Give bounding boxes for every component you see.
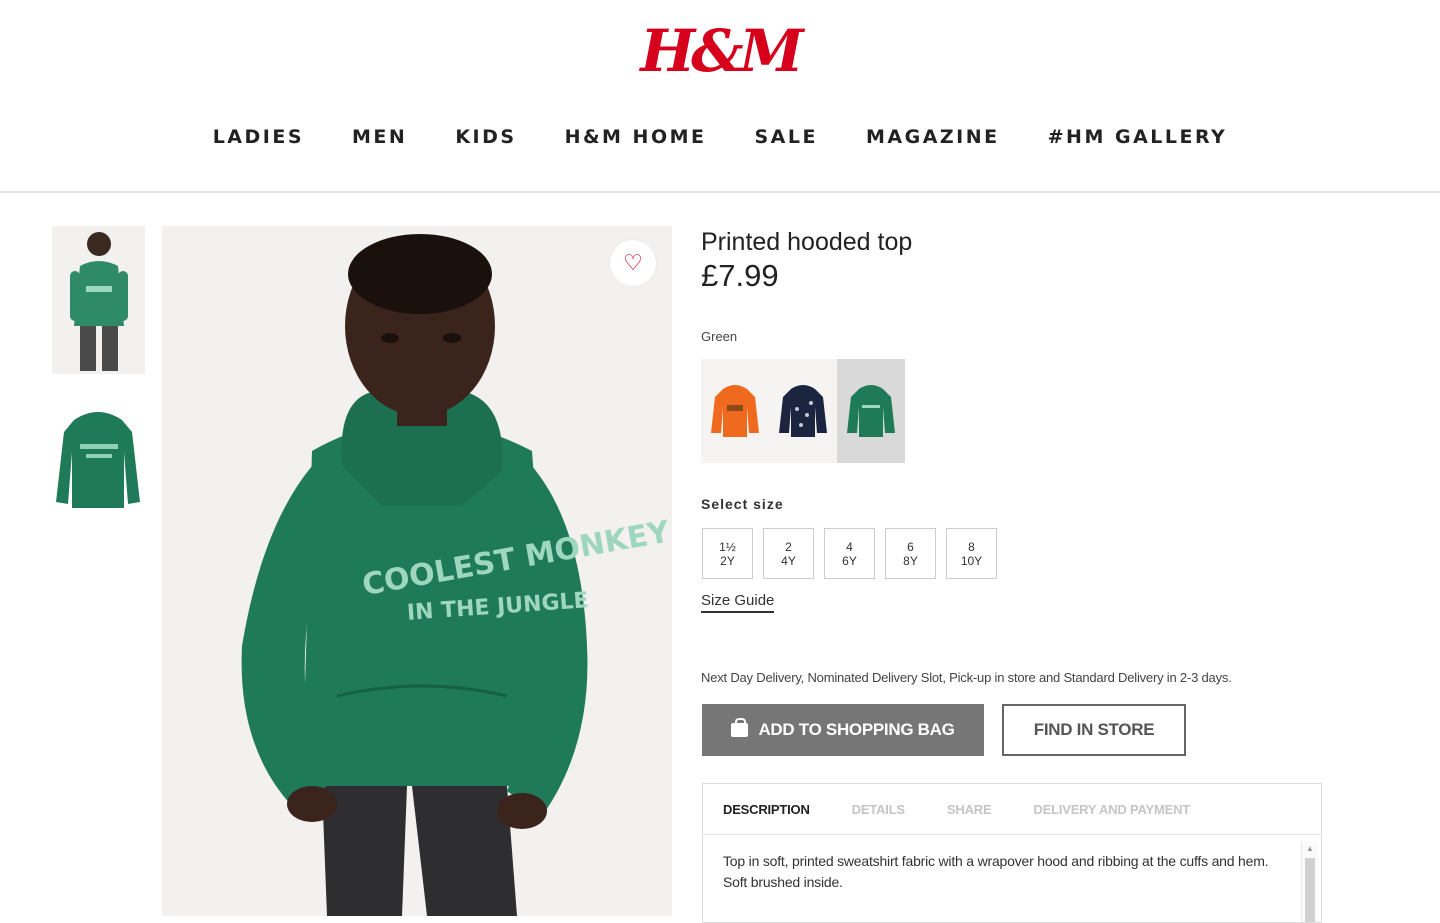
size-option-8y[interactable]: 6 8Y xyxy=(885,528,936,579)
size-bottom: 2Y xyxy=(720,553,735,568)
scroll-up-arrow-icon[interactable]: ▲ xyxy=(1306,844,1314,853)
shopping-bag-icon xyxy=(731,718,749,737)
hm-logo[interactable]: H&M xyxy=(0,22,1440,80)
selected-color-label: Green xyxy=(701,329,738,344)
nav-magazine[interactable]: MAGAZINE xyxy=(866,126,1000,148)
green-hoodie-icon xyxy=(847,385,895,437)
size-bottom: 4Y xyxy=(781,553,796,568)
size-guide-link[interactable]: Size Guide xyxy=(701,592,775,613)
tabs-divider xyxy=(703,834,1321,835)
child-model-illustration: COOLEST MONKEY IN THE JUNGLE xyxy=(162,226,672,916)
add-to-bag-label: ADD TO SHOPPING BAG xyxy=(758,720,955,739)
swatch-green[interactable] xyxy=(837,359,905,463)
heart-icon: ♡ xyxy=(623,250,643,275)
size-top: 6 xyxy=(907,539,914,554)
size-top: 1½ xyxy=(719,539,736,554)
tab-description[interactable]: DESCRIPTION xyxy=(723,802,810,817)
info-tabs: DESCRIPTION DETAILS SHARE DELIVERY AND P… xyxy=(723,802,1190,817)
description-scrollbar[interactable]: ▲ xyxy=(1301,842,1318,922)
thumbnail-hoodie-flat[interactable] xyxy=(52,402,145,514)
product-title: Printed hooded top xyxy=(701,228,913,256)
add-to-bag-button[interactable]: ADD TO SHOPPING BAG xyxy=(702,704,984,756)
size-bottom: 6Y xyxy=(842,553,857,568)
tab-details[interactable]: DETAILS xyxy=(852,802,905,817)
product-description: Top in soft, printed sweatshirt fabric w… xyxy=(723,853,1269,890)
delivery-info: Next Day Delivery, Nominated Delivery Sl… xyxy=(701,670,1232,685)
product-info-panel: DESCRIPTION DETAILS SHARE DELIVERY AND P… xyxy=(702,783,1322,923)
size-top: 2 xyxy=(785,539,792,554)
swatch-orange[interactable] xyxy=(701,359,769,463)
nav-ladies[interactable]: LADIES xyxy=(213,126,304,148)
nav-kids[interactable]: KIDS xyxy=(455,126,516,148)
select-size-label: Select size xyxy=(701,496,784,512)
size-top: 4 xyxy=(846,539,853,554)
product-price: £7.99 xyxy=(701,258,779,293)
navy-hoodie-icon xyxy=(779,385,827,437)
size-options: 1½ 2Y 2 4Y 4 6Y 6 8Y 8 10Y xyxy=(702,528,997,579)
favourite-button[interactable]: ♡ xyxy=(610,240,656,286)
nav-sale[interactable]: SALE xyxy=(755,126,818,148)
tab-share[interactable]: SHARE xyxy=(947,802,992,817)
nav-men[interactable]: MEN xyxy=(352,126,407,148)
swatch-navy-print[interactable] xyxy=(769,359,837,463)
size-option-6y[interactable]: 4 6Y xyxy=(824,528,875,579)
orange-hoodie-icon xyxy=(711,385,759,437)
size-option-10y[interactable]: 8 10Y xyxy=(946,528,997,579)
header-divider xyxy=(0,191,1440,193)
tab-delivery-and-payment[interactable]: DELIVERY AND PAYMENT xyxy=(1033,802,1190,817)
size-bottom: 10Y xyxy=(960,553,983,568)
color-swatches xyxy=(701,359,905,463)
nav-hm-home[interactable]: H&M HOME xyxy=(565,126,707,148)
scrollbar-thumb[interactable] xyxy=(1305,858,1315,922)
size-bottom: 8Y xyxy=(903,553,918,568)
size-option-2y[interactable]: 1½ 2Y xyxy=(702,528,753,579)
find-in-store-button[interactable]: FIND IN STORE xyxy=(1002,704,1186,756)
nav-hm-gallery[interactable]: #HM GALLERY xyxy=(1048,126,1228,148)
thumbnail-model-front[interactable] xyxy=(52,226,145,374)
size-top: 8 xyxy=(968,539,975,554)
main-nav: LADIES MEN KIDS H&M HOME SALE MAGAZINE #… xyxy=(0,126,1440,148)
product-main-image: COOLEST MONKEY IN THE JUNGLE ♡ xyxy=(162,226,672,916)
size-option-4y[interactable]: 2 4Y xyxy=(763,528,814,579)
